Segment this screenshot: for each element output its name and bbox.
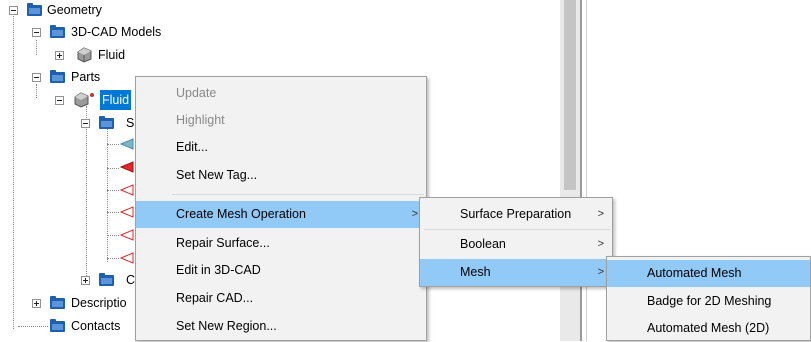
expand-icon[interactable] (32, 299, 41, 308)
menu-item-label: Boolean (460, 237, 506, 251)
submenu-arrow-icon: > (597, 266, 604, 278)
tree-line (107, 127, 108, 262)
menu-item-label: Mesh (460, 265, 491, 279)
submenu-arrow-icon: > (597, 238, 604, 250)
menu-item-label: Set New Region... (176, 319, 277, 333)
collapse-icon[interactable] (32, 28, 41, 37)
tree-label: Fluid (98, 48, 126, 62)
menu-item-label: Surface Preparation (460, 207, 572, 221)
tree-line (107, 168, 119, 169)
tree-label: 3D-CAD Models (71, 25, 162, 39)
tree-line (107, 258, 119, 259)
tree-label: C (126, 273, 136, 287)
surface-icon (120, 184, 134, 196)
folder-icon (27, 3, 42, 16)
menu-item-set-new-region[interactable]: Set New Region... (136, 313, 426, 340)
expand-icon[interactable] (81, 276, 90, 285)
tree-label: Geometry (47, 3, 102, 17)
menu-separator (172, 194, 424, 195)
folder-icon (50, 319, 65, 332)
surface-icon (120, 206, 134, 218)
tree-label: Parts (71, 70, 101, 84)
menu-item-label: Create Mesh Operation (176, 207, 306, 221)
pane-border (586, 0, 587, 341)
menu-item-surface-preparation[interactable]: Surface Preparation > (420, 201, 612, 228)
menu-item-label: Automated Mesh (647, 266, 742, 280)
collapse-icon[interactable] (9, 6, 18, 15)
submenu-arrow-icon: > (597, 208, 604, 220)
menu-item-label: Highlight (176, 113, 225, 127)
tree-node-3d-cad-models[interactable]: 3D-CAD Models (0, 22, 200, 42)
tree-line (107, 212, 119, 213)
tree-line (107, 144, 119, 145)
menu-item-label: Update (176, 86, 217, 100)
menu-item-label: Edit... (176, 140, 208, 154)
surface-icon (120, 252, 134, 264)
cad-body-icon (77, 47, 92, 63)
tree-line (107, 235, 119, 236)
folder-icon (99, 273, 114, 286)
menu-item-edit[interactable]: Edit... (136, 134, 426, 161)
surface-icon (120, 161, 134, 173)
menu-item-edit-in-3d-cad[interactable]: Edit in 3D-CAD (136, 257, 426, 284)
tree-line (107, 190, 119, 191)
mesh-submenu: Automated Mesh Badge for 2D Meshing Auto… (606, 256, 811, 341)
menu-item-label: Repair Surface... (176, 236, 270, 250)
folder-icon (99, 116, 114, 129)
folder-icon (50, 25, 65, 38)
menu-item-automated-mesh-2d[interactable]: Automated Mesh (2D) (607, 315, 810, 342)
create-mesh-operation-submenu: Surface Preparation > Boolean > Mesh > (419, 197, 613, 287)
collapse-icon[interactable] (55, 96, 64, 105)
tree-label-selected: Fluid (100, 90, 132, 110)
menu-item-set-new-tag[interactable]: Set New Tag... (136, 162, 426, 189)
menu-item-highlight[interactable]: Highlight (136, 107, 426, 134)
surface-icon (120, 138, 134, 150)
surface-icon (120, 229, 134, 241)
expand-icon[interactable] (55, 51, 64, 60)
menu-item-create-mesh-operation[interactable]: Create Mesh Operation > (136, 201, 426, 228)
menu-item-repair-cad[interactable]: Repair CAD... (136, 285, 426, 312)
menu-item-label: Automated Mesh (2D) (647, 321, 770, 335)
menu-item-label: Edit in 3D-CAD (176, 263, 261, 277)
menu-item-mesh[interactable]: Mesh > (420, 259, 612, 286)
menu-item-badge-for-2d-meshing[interactable]: Badge for 2D Meshing (607, 288, 810, 315)
folder-icon (50, 296, 65, 309)
context-menu: Update Highlight Edit... Set New Tag... … (135, 76, 427, 341)
tree-label: Contacts (71, 319, 121, 333)
tree-node-fluid-cad[interactable]: Fluid (0, 45, 200, 65)
menu-item-repair-surface[interactable]: Repair Surface... (136, 230, 426, 257)
menu-item-label: Badge for 2D Meshing (647, 294, 772, 308)
collapse-icon[interactable] (32, 73, 41, 82)
folder-icon (50, 70, 65, 83)
menu-item-boolean[interactable]: Boolean > (420, 231, 612, 258)
menu-item-label: Repair CAD... (176, 291, 254, 305)
menu-item-update[interactable]: Update (136, 80, 426, 107)
tree-label: Descriptio (71, 296, 127, 310)
menu-item-label: Set New Tag... (176, 168, 258, 182)
tree-label: S (126, 116, 135, 130)
submenu-arrow-icon: > (411, 208, 418, 220)
collapse-icon[interactable] (81, 119, 90, 128)
menu-separator (424, 229, 610, 230)
menu-item-automated-mesh[interactable]: Automated Mesh (607, 260, 810, 287)
part-icon (74, 92, 94, 108)
tree-node-geometry[interactable]: Geometry (0, 0, 200, 20)
scrollbar-thumb[interactable] (564, 0, 576, 190)
